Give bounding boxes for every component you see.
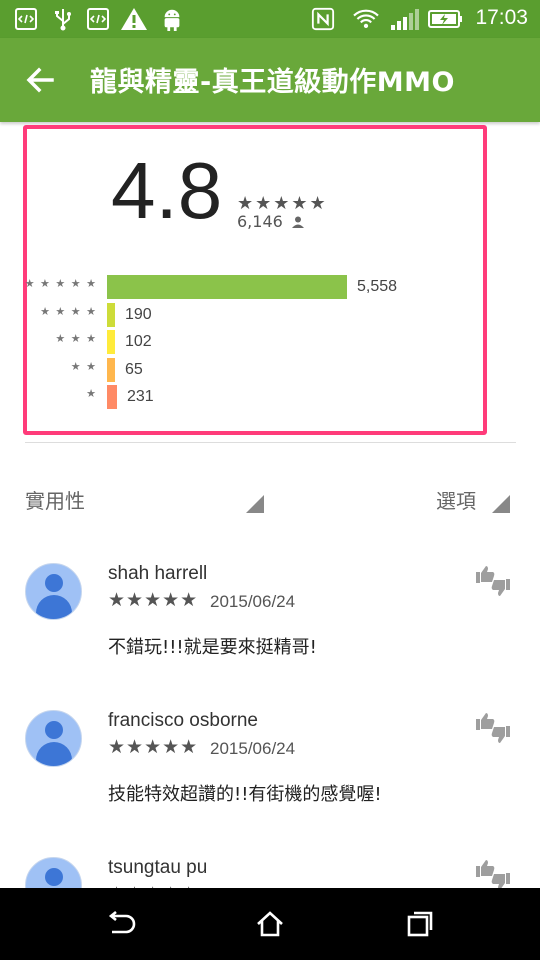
histogram-row: ★ ★ ★ 102 <box>27 330 467 354</box>
avatar <box>25 710 82 767</box>
status-time: 17:03 <box>475 6 528 29</box>
code-icon <box>15 8 37 30</box>
review-date: 2015/06/24 <box>210 592 296 611</box>
avatar <box>25 563 82 620</box>
avatar-head <box>45 721 63 739</box>
review-item: shah harrell ★★★★★ 2015/06/24 不錯玩!!!就是要來挺精哥… <box>0 563 540 711</box>
wifi-icon <box>353 9 379 28</box>
divider <box>25 442 516 443</box>
reviewer-name: shah harrell <box>108 563 208 584</box>
thumbs-up-down-icon[interactable] <box>474 563 512 599</box>
avatar-body <box>36 595 72 619</box>
histogram-count: 231 <box>127 388 154 405</box>
histogram-count: 102 <box>125 333 152 350</box>
review-stars: ★★★★★ <box>108 589 199 611</box>
histogram-bar <box>107 330 115 354</box>
review-item: francisco osborne ★★★★★ 2015/06/24 技能特效超讚的!… <box>0 710 540 858</box>
navigation-bar <box>0 888 540 960</box>
warning-icon <box>121 8 147 30</box>
histogram-row: ★ 231 <box>27 385 467 409</box>
back-nav-icon[interactable] <box>104 908 136 940</box>
options-dropdown-arrow-icon[interactable] <box>492 495 510 513</box>
histogram-stars: ★ ★ ★ ★ <box>40 304 97 318</box>
histogram-stars: ★ ★ ★ <box>55 332 97 345</box>
review-text: 不錯玩!!!就是要來挺精哥! <box>108 637 317 658</box>
histogram-row: ★ ★ ★ ★ 190 <box>27 302 467 327</box>
signal-icon <box>391 9 419 30</box>
code-icon <box>87 8 109 30</box>
avatar-head <box>45 574 63 592</box>
histogram-bar <box>107 275 347 299</box>
rating-count: 6,146 <box>237 212 304 231</box>
histogram-stars: ★ ★ <box>70 359 97 373</box>
page-title: 龍與精靈-真王道級動作MMO <box>90 67 455 98</box>
reviewer-name: francisco osborne <box>108 710 258 731</box>
avatar-body <box>36 742 72 766</box>
sort-dropdown[interactable]: 實用性 <box>25 485 85 514</box>
nfc-icon <box>311 7 335 31</box>
review-date: 2015/06/24 <box>210 739 296 758</box>
rating-summary: 4.8 ★★★★★ 6,146 ★ ★ ★ ★ ★ 5,558 ★ ★ ★ ★ 190… <box>23 125 487 435</box>
person-icon <box>291 216 304 228</box>
histogram-row: ★ ★ 65 <box>27 357 467 382</box>
histogram-bar <box>107 357 115 382</box>
rating-count-value: 6,146 <box>237 212 283 231</box>
histogram-bar <box>107 302 115 327</box>
reviewer-name: tsungtau pu <box>108 857 208 878</box>
sort-dropdown-arrow-icon[interactable] <box>246 495 264 513</box>
review-stars: ★★★★★ <box>108 736 199 758</box>
histogram-bar <box>107 385 117 409</box>
home-nav-icon[interactable] <box>254 908 286 940</box>
histogram-stars: ★ ★ ★ ★ ★ <box>24 277 97 290</box>
avatar-head <box>45 868 63 886</box>
app-bar: 龍與精靈-真王道級動作MMO <box>0 38 540 122</box>
android-icon <box>164 9 180 31</box>
thumbs-up-down-icon[interactable] <box>474 710 512 746</box>
histogram-stars: ★ <box>86 387 97 400</box>
battery-charging-icon <box>428 10 462 28</box>
histogram-count: 190 <box>125 305 152 323</box>
histogram-row: ★ ★ ★ ★ ★ 5,558 <box>24 275 467 299</box>
arrow-back-icon[interactable] <box>22 62 58 98</box>
status-bar: 17:03 <box>0 0 540 38</box>
review-text: 技能特效超讚的!!有街機的感覺喔! <box>108 784 382 805</box>
average-stars: ★★★★★ <box>237 193 328 214</box>
histogram-count: 5,558 <box>357 278 398 295</box>
options-dropdown[interactable]: 選項 <box>436 485 476 514</box>
histogram-count: 65 <box>125 360 143 378</box>
usb-icon <box>55 9 71 31</box>
average-score: 4.8 <box>111 146 223 235</box>
recent-apps-nav-icon[interactable] <box>404 908 436 940</box>
